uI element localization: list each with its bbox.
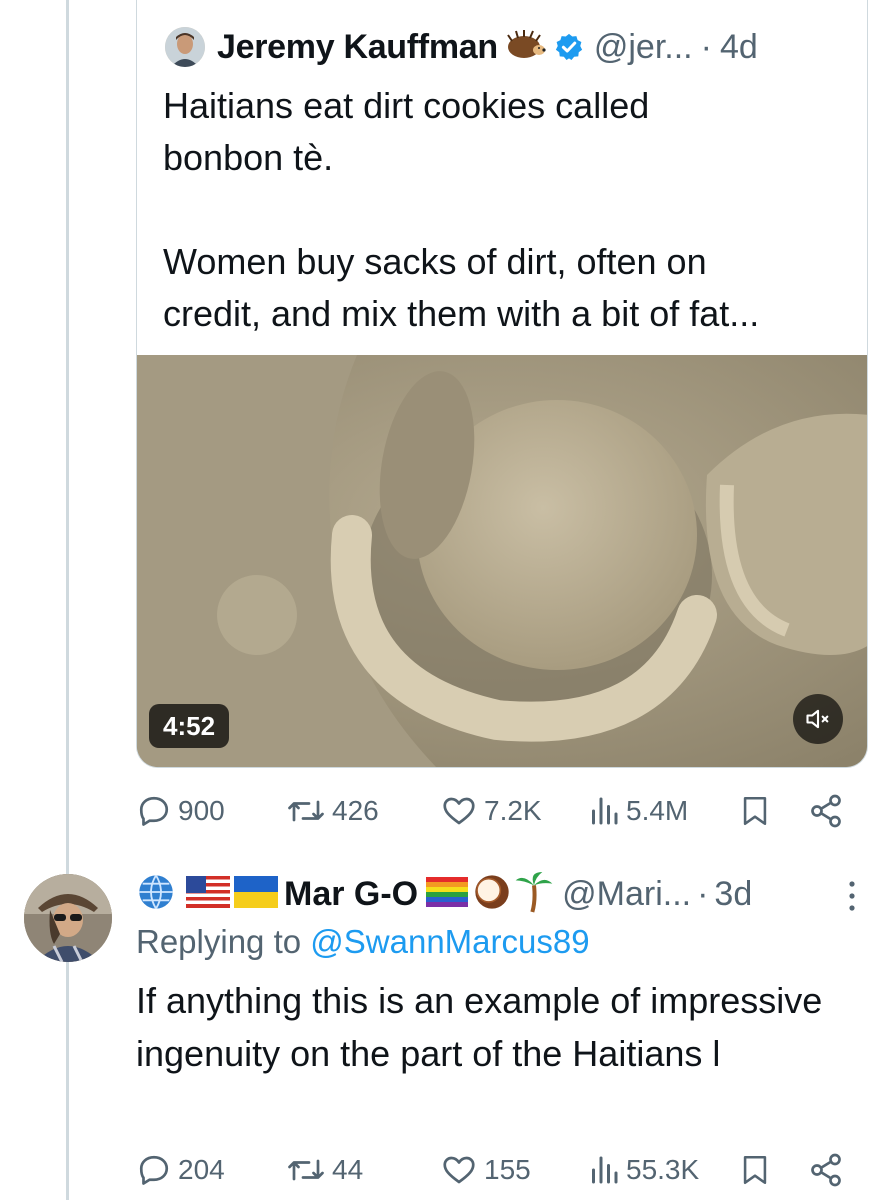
reply-icon <box>139 796 169 826</box>
mute-button[interactable] <box>793 694 843 744</box>
reply-tweet-header: Mar G-O @Mari... · 3d <box>136 866 752 922</box>
reply-tweet-text: If anything this is an example of impres… <box>136 980 823 1074</box>
globe-emoji-icon <box>136 872 176 917</box>
quoted-tweet-actions: 900 426 7.2K 5.4M <box>136 786 856 836</box>
repost-icon <box>288 800 324 822</box>
reply-count: 204 <box>178 1154 225 1185</box>
separator-dot: · <box>697 874 709 913</box>
repost-count: 426 <box>332 795 379 826</box>
reply-tweet-actions: 204 44 155 55.3K <box>136 1145 856 1195</box>
reply-button[interactable]: 204 <box>136 1145 225 1195</box>
replying-to-mention[interactable]: @SwannMarcus89 <box>310 923 589 960</box>
quoted-tweet-header: Jeremy Kauffman @jer... · 4d <box>165 24 758 70</box>
reply-author-avatar[interactable] <box>24 874 112 962</box>
bookmark-icon <box>743 796 767 826</box>
share-icon <box>811 1153 841 1187</box>
share-icon <box>811 794 841 828</box>
repost-button[interactable]: 44 <box>286 1145 363 1195</box>
video-duration: 4:52 <box>149 704 230 748</box>
views-icon <box>592 1156 618 1184</box>
views-count: 55.3K <box>626 1154 700 1185</box>
more-icon[interactable] <box>847 878 857 914</box>
hedgehog-emoji-icon <box>506 29 546 66</box>
bookmark-button[interactable] <box>738 786 778 836</box>
mute-icon <box>806 709 829 729</box>
thread-line <box>66 0 69 1200</box>
like-icon <box>443 797 475 825</box>
rainbow-flag-emoji-icon <box>426 876 469 912</box>
like-count: 7.2K <box>484 795 542 826</box>
quoted-tweet-video[interactable]: 4:52 <box>137 355 867 767</box>
like-icon <box>443 1156 475 1184</box>
bookmark-button[interactable] <box>738 1145 778 1195</box>
reply-button[interactable]: 900 <box>136 786 225 836</box>
views-button[interactable]: 5.4M <box>588 786 688 836</box>
coconut-emoji-icon <box>472 872 512 917</box>
like-count: 155 <box>484 1154 531 1185</box>
like-button[interactable]: 7.2K <box>440 786 542 836</box>
separator-dot: · <box>700 27 712 66</box>
quoted-author-avatar[interactable] <box>165 27 205 67</box>
quoted-author-name[interactable]: Jeremy Kauffman <box>217 28 498 67</box>
views-count: 5.4M <box>626 795 689 826</box>
reply-tweet-time[interactable]: 3d <box>714 875 752 914</box>
reply-count: 900 <box>178 795 225 826</box>
reply-author-handle[interactable]: @Mari... <box>562 875 691 914</box>
repost-icon <box>288 1159 324 1181</box>
share-button[interactable] <box>808 1145 850 1195</box>
replying-label: Replying to <box>136 923 302 960</box>
quoted-tweet-text: Haitians eat dirt cookies called bonbon … <box>163 85 760 334</box>
replying-to: Replying to @SwannMarcus89 <box>136 920 590 964</box>
repost-count: 44 <box>332 1154 364 1185</box>
verified-badge-icon <box>555 33 582 60</box>
palm-tree-emoji-icon <box>514 870 554 919</box>
quoted-author-handle[interactable]: @jer... <box>594 28 693 67</box>
bookmark-icon <box>743 1155 767 1185</box>
video-thumbnail <box>137 355 867 767</box>
share-button[interactable] <box>808 786 850 836</box>
views-button[interactable]: 55.3K <box>588 1145 699 1195</box>
reply-icon <box>139 1155 169 1185</box>
repost-button[interactable]: 426 <box>286 786 379 836</box>
ukraine-flag-emoji-icon <box>234 875 278 913</box>
quoted-tweet-time[interactable]: 4d <box>720 28 758 67</box>
views-icon <box>592 797 618 825</box>
us-flag-emoji-icon <box>186 875 230 913</box>
reply-author-name[interactable]: Mar G-O <box>284 875 418 914</box>
quoted-tweet-card[interactable]: Jeremy Kauffman @jer... · 4d Haitians ea… <box>136 0 868 768</box>
like-button[interactable]: 155 <box>440 1145 531 1195</box>
